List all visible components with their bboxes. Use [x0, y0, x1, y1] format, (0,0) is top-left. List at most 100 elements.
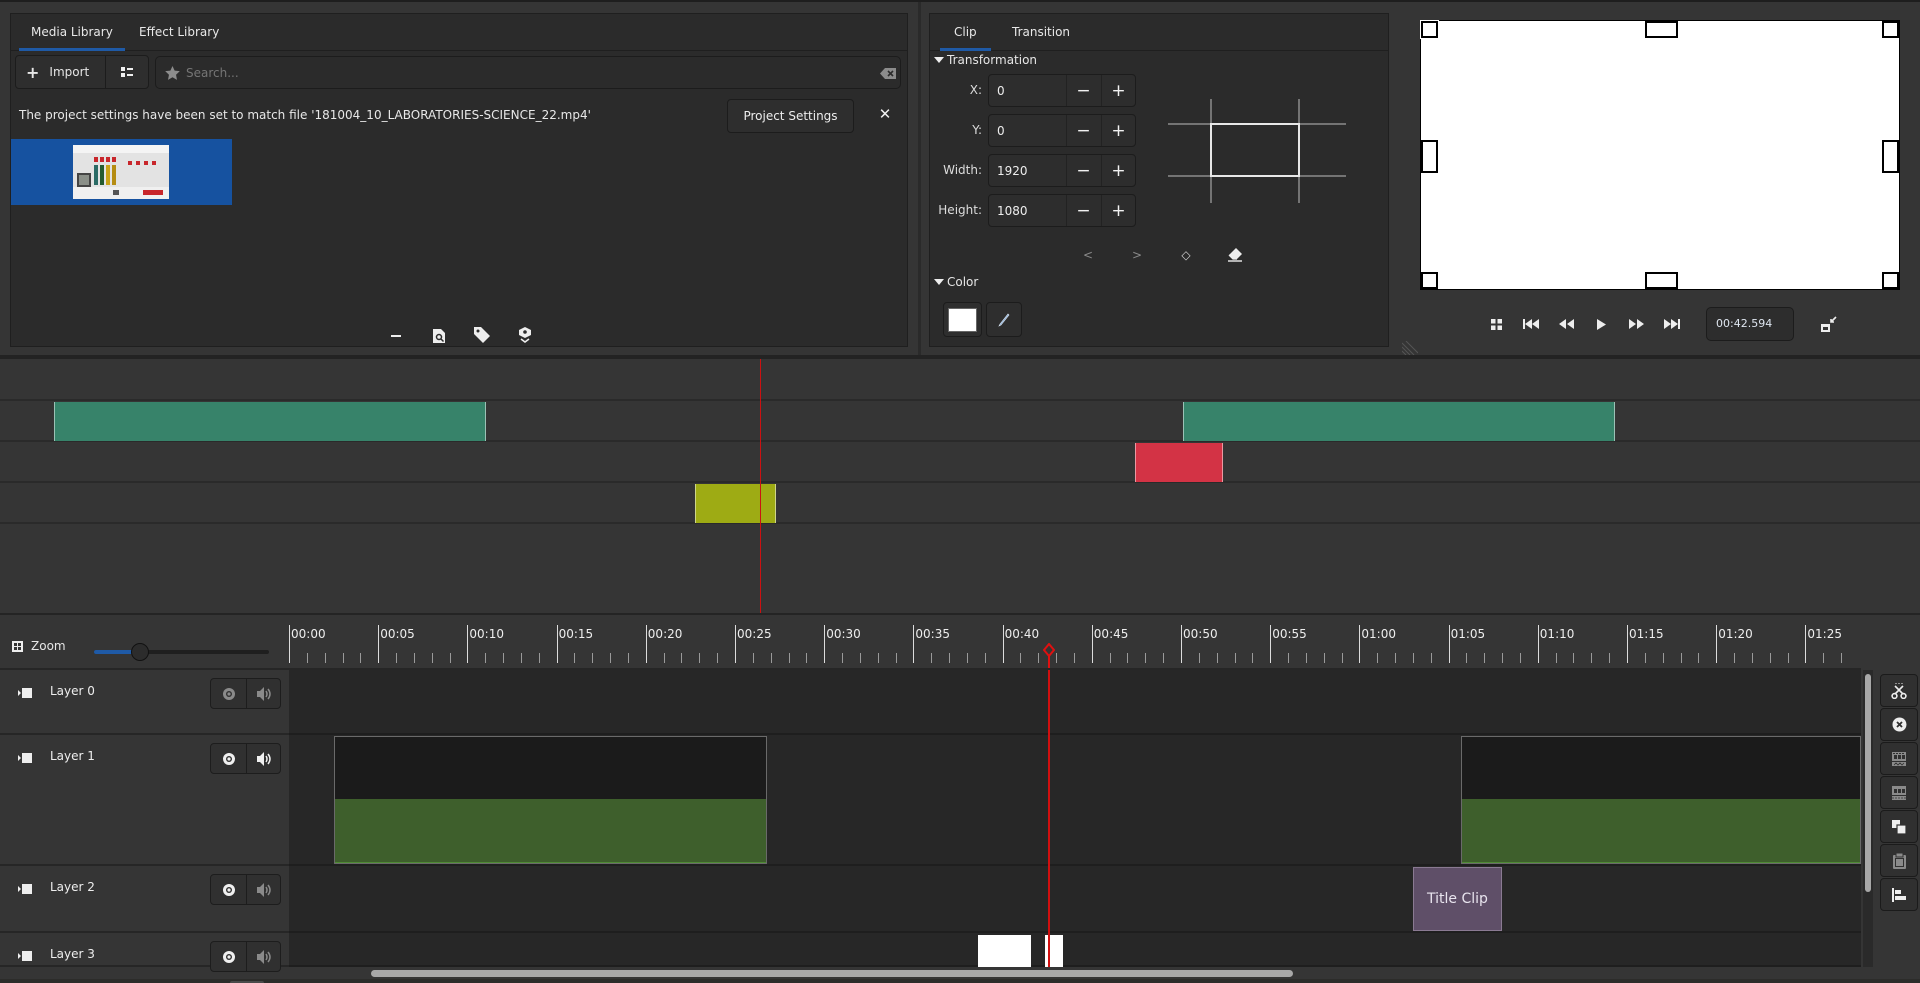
view-mode-button[interactable]: [107, 56, 147, 88]
color-clip[interactable]: [977, 935, 1032, 967]
layer-lane[interactable]: [289, 866, 1861, 933]
reset-transform-button[interactable]: [1224, 244, 1246, 266]
project-settings-button[interactable]: Project Settings: [727, 99, 854, 133]
y-increment-button[interactable]: +: [1101, 115, 1135, 146]
timeline-overview[interactable]: [0, 359, 1920, 613]
resize-handle-bottom[interactable]: [1645, 272, 1678, 289]
height-increment-button[interactable]: +: [1101, 195, 1135, 226]
go-to-end-button[interactable]: [1659, 313, 1685, 335]
resize-handle-bottom-left[interactable]: [1421, 272, 1438, 289]
playhead-marker[interactable]: [1042, 643, 1055, 670]
tab-clip[interactable]: Clip: [940, 14, 991, 51]
toggle-video-button[interactable]: [211, 744, 246, 773]
play-button[interactable]: [1589, 313, 1613, 335]
x-decrement-button[interactable]: −: [1066, 75, 1100, 106]
scroll-to-clip-button[interactable]: [514, 324, 536, 346]
razor-button[interactable]: [1880, 674, 1918, 707]
add-keyframe-button[interactable]: ◇: [1176, 245, 1196, 265]
layer-lane[interactable]: [289, 670, 1861, 735]
toggle-video-button[interactable]: [211, 875, 246, 904]
video-audio-clip[interactable]: [333, 736, 768, 864]
horizontal-scroll-thumb[interactable]: [371, 970, 1293, 977]
go-to-start-button[interactable]: [1518, 313, 1544, 335]
panel-splitter[interactable]: [918, 2, 921, 357]
tab-transition[interactable]: Transition: [1000, 14, 1082, 51]
split-audio-button[interactable]: [1880, 776, 1918, 809]
layer-lane[interactable]: [289, 933, 1861, 967]
dismiss-notice-button[interactable]: ✕: [873, 102, 897, 126]
overview-clip[interactable]: [695, 484, 776, 523]
timeline-vertical-scrollbar[interactable]: [1863, 670, 1873, 967]
timecode-field[interactable]: 00:42.594: [1706, 307, 1794, 341]
layer-expand-icon[interactable]: [18, 687, 32, 699]
split-video-button[interactable]: [1880, 742, 1918, 775]
width-field[interactable]: 1920 − +: [988, 154, 1136, 187]
x-field[interactable]: 0 − +: [988, 74, 1136, 107]
next-keyframe-button[interactable]: >: [1127, 245, 1147, 265]
y-field[interactable]: 0 − +: [988, 114, 1136, 147]
color-swatch-button[interactable]: [943, 302, 982, 337]
resize-handle-left[interactable]: [1421, 140, 1438, 173]
layer-expand-icon[interactable]: [18, 950, 32, 962]
toggle-video-button[interactable]: [211, 942, 246, 971]
layer-name[interactable]: Layer 2: [50, 880, 95, 894]
fast-forward-button[interactable]: [1623, 313, 1649, 335]
y-decrement-button[interactable]: −: [1066, 115, 1100, 146]
overview-clip[interactable]: [1182, 402, 1615, 441]
time-ruler[interactable]: 00:00 00:05 00:10 00:15 00:20 00:25 00:30 00:35…: [0, 615, 1861, 670]
rewind-button[interactable]: [1553, 313, 1579, 335]
tab-media-library[interactable]: Media Library: [19, 14, 125, 51]
resize-handle-top-right[interactable]: [1882, 21, 1899, 38]
resize-grip-icon[interactable]: [1402, 341, 1418, 355]
toggle-video-button[interactable]: [211, 679, 246, 708]
tab-effect-library[interactable]: Effect Library: [127, 14, 231, 51]
overview-playhead[interactable]: [760, 359, 762, 613]
find-in-project-button[interactable]: [429, 326, 449, 346]
resize-handle-right[interactable]: [1882, 140, 1899, 173]
layer-name[interactable]: Layer 1: [50, 749, 95, 763]
transformation-section-header[interactable]: Transformation: [934, 53, 1037, 67]
exit-fullscreen-button[interactable]: [1817, 313, 1841, 335]
color-picker-button[interactable]: [986, 302, 1022, 337]
width-increment-button[interactable]: +: [1101, 155, 1135, 186]
resize-handle-top[interactable]: [1645, 21, 1678, 38]
group-button[interactable]: [1880, 810, 1918, 843]
paste-button[interactable]: [1880, 844, 1918, 877]
media-item[interactable]: [11, 139, 232, 205]
toggle-audio-button[interactable]: [246, 942, 281, 971]
vertical-scroll-thumb[interactable]: [1865, 674, 1871, 892]
toggle-grid-button[interactable]: [1484, 313, 1508, 335]
import-button[interactable]: + Import: [16, 56, 106, 88]
timeline-horizontal-scrollbar[interactable]: [289, 967, 1861, 979]
timeline-playhead[interactable]: [1047, 670, 1050, 967]
overview-row: [0, 442, 1920, 483]
layer-name[interactable]: Layer 0: [50, 684, 95, 698]
overview-clip[interactable]: [1134, 443, 1224, 482]
toggle-audio-button[interactable]: [246, 744, 281, 773]
tag-button[interactable]: [471, 324, 493, 346]
delete-button[interactable]: [1880, 708, 1918, 741]
layer-name[interactable]: Layer 3: [50, 947, 95, 961]
search-input[interactable]: [186, 63, 846, 83]
clear-search-icon[interactable]: [880, 68, 896, 79]
prev-keyframe-button[interactable]: <: [1078, 245, 1098, 265]
search-box[interactable]: [155, 56, 901, 89]
x-increment-button[interactable]: +: [1101, 75, 1135, 106]
toggle-audio-button[interactable]: [246, 679, 281, 708]
height-decrement-button[interactable]: −: [1066, 195, 1100, 226]
height-field[interactable]: 1080 − +: [988, 194, 1136, 227]
title-clip[interactable]: Title Clip: [1412, 867, 1503, 931]
resize-handle-top-left[interactable]: [1421, 21, 1438, 38]
layer-expand-icon[interactable]: [18, 752, 32, 764]
resize-handle-bottom-right[interactable]: [1882, 272, 1899, 289]
viewer-canvas[interactable]: [1420, 20, 1900, 290]
transform-preview-diagram[interactable]: [1168, 99, 1346, 203]
color-section-header[interactable]: Color: [934, 275, 978, 289]
width-decrement-button[interactable]: −: [1066, 155, 1100, 186]
video-audio-clip[interactable]: [1461, 736, 1861, 864]
toggle-audio-button[interactable]: [246, 875, 281, 904]
layer-expand-icon[interactable]: [18, 883, 32, 895]
overview-clip[interactable]: [53, 402, 486, 441]
remove-media-button[interactable]: [386, 326, 406, 346]
align-left-button[interactable]: [1880, 878, 1918, 911]
